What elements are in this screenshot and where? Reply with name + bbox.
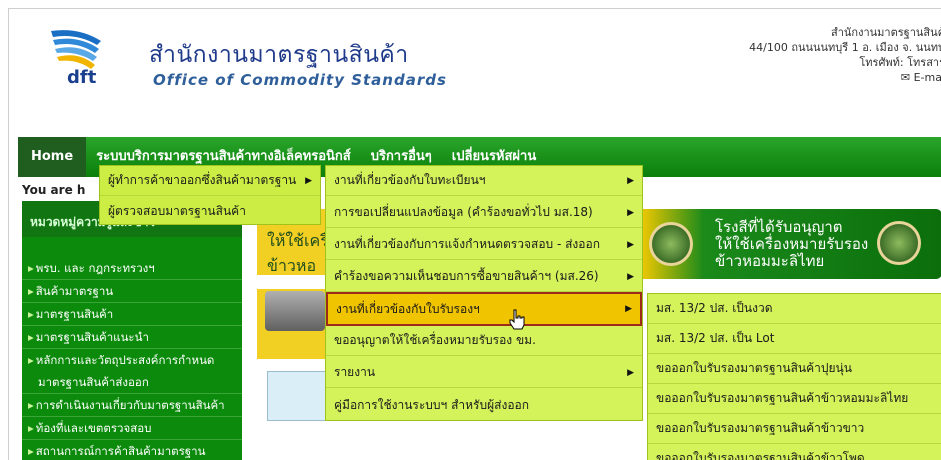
- menu-item-cert[interactable]: ขอออกใบรับรองมาตรฐานสินค้าปุยนุ่น: [648, 354, 941, 384]
- email-label: E-mai: [913, 71, 941, 84]
- banner-text: ให้ใช้เครื่ ข้าวหอ: [267, 231, 329, 275]
- site-title-thai: สำนักงานมาตรฐานสินค้า: [149, 42, 409, 68]
- sidebar-item[interactable]: ▸ สินค้ามาตรฐาน: [22, 280, 242, 303]
- arrow-right-icon: ▶: [305, 175, 312, 186]
- submenu-level3: มส. 13/2 ปส. เป็นงวด มส. 13/2 ปส. เป็น L…: [647, 293, 941, 460]
- menu-item-exporter[interactable]: ผู้ทำการค้าขาออกซึ่งสินค้ามาตรฐาน ▶: [100, 166, 320, 196]
- arrow-right-icon: ▶: [627, 207, 634, 218]
- menu-item-reports[interactable]: รายงาน ▶: [326, 358, 642, 388]
- menu-item-certificates[interactable]: งานที่เกี่ยวข้องกับใบรับรองฯ ▶: [326, 292, 642, 326]
- dft-banner[interactable]: [267, 371, 327, 421]
- contact-line: 44/100 ถนนนนทบุรี 1 อ. เมือง จ. นนทบุ: [749, 41, 941, 54]
- sidebar-item[interactable]: ▸ หลักการและวัตถุประสงค์การกำหนด: [22, 349, 242, 371]
- airport-banner[interactable]: [257, 289, 327, 359]
- breadcrumb: You are h: [22, 183, 86, 197]
- left-sidebar: หมวดหมู่ความรู้และข่าว ▸ พรบ. และ กฎกระทร…: [22, 201, 242, 460]
- contact-info: สำนักงานมาตรฐานสินค้ 44/100 ถนนนนทบุรี 1…: [749, 25, 941, 85]
- menu-item-inspection-notice[interactable]: งานที่เกี่ยวข้องกับการแจ้งกำหนดตรวจสอบ -…: [326, 230, 642, 260]
- arrow-right-icon: ▶: [627, 239, 634, 250]
- sidebar-item[interactable]: ▸ สถานการณ์การค้าสินค้ามาตรฐาน: [22, 440, 242, 460]
- sidebar-item[interactable]: ▸ มาตรฐานสินค้า: [22, 303, 242, 326]
- menu-item-cert[interactable]: ขอออกใบรับรองมาตรฐานสินค้าข้าวโพด: [648, 444, 941, 460]
- nav-home[interactable]: Home: [18, 137, 87, 177]
- sidebar-item[interactable]: ▸ การดำเนินงานเกี่ยวกับมาตรฐานสินค้า: [22, 394, 242, 417]
- sidebar-item-cont[interactable]: มาตรฐานสินค้าส่งออก: [22, 371, 242, 394]
- arrow-right-icon: ▶: [625, 304, 632, 314]
- svg-text:dft: dft: [67, 67, 97, 85]
- arrow-right-icon: ▶: [627, 367, 634, 378]
- rice-seal-icon: [649, 222, 693, 266]
- email-link[interactable]: ✉ E-mai: [749, 70, 941, 85]
- menu-item-inspector[interactable]: ผู้ตรวจสอบมาตรฐานสินค้า: [100, 196, 320, 226]
- dft-logo[interactable]: dft: [49, 25, 109, 85]
- mail-icon: ✉: [900, 71, 911, 84]
- contact-line: โทรศัพท์: โทรสาร: [859, 56, 941, 69]
- arrow-right-icon: ▶: [627, 175, 634, 186]
- rice-seal-icon: [877, 221, 921, 265]
- sidebar-item[interactable]: ▸ พรบ. และ กฎกระทรวงฯ: [22, 257, 242, 280]
- airport-image: [265, 291, 325, 331]
- menu-item-change-info[interactable]: การขอเปลี่ยนแปลงข้อมูล (คำร้องขอทั่วไป ม…: [326, 198, 642, 228]
- submenu-level2: งานที่เกี่ยวข้องกับใบทะเบียนฯ ▶ การขอเปลี…: [325, 165, 643, 421]
- menu-item-user-manual[interactable]: คู่มือการใช้งานระบบฯ สำหรับผู้ส่งออก: [326, 390, 642, 420]
- menu-item-cert[interactable]: มส. 13/2 ปส. เป็น Lot: [648, 324, 941, 354]
- menu-item-cert[interactable]: มส. 13/2 ปส. เป็นงวด: [648, 294, 941, 324]
- submenu-level1: ผู้ทำการค้าขาออกซึ่งสินค้ามาตรฐาน ▶ ผู้ตร…: [99, 165, 321, 225]
- sidebar-item[interactable]: ▸ ท้องที่และเขตตรวจสอบ: [22, 417, 242, 440]
- arrow-right-icon: ▶: [627, 271, 634, 282]
- menu-item-cert[interactable]: ขอออกใบรับรองมาตรฐานสินค้าข้าวหอมมะลิไทย: [648, 384, 941, 414]
- site-title-english: Office of Commodity Standards: [153, 71, 447, 89]
- menu-item-mark-permit[interactable]: ขออนุญาตให้ใช้เครื่องหมายรับรอง ขม.: [326, 326, 642, 356]
- sidebar-item[interactable]: ▸ มาตรฐานสินค้าแนะนำ: [22, 326, 242, 349]
- hand-cursor-icon: [509, 309, 525, 330]
- menu-item-registration[interactable]: งานที่เกี่ยวข้องกับใบทะเบียนฯ ▶: [326, 166, 642, 196]
- menu-item-cert[interactable]: ขอออกใบรับรองมาตรฐานสินค้าข้าวขาว: [648, 414, 941, 444]
- contact-line: สำนักงานมาตรฐานสินค้: [831, 26, 941, 39]
- rice-mill-banner[interactable]: โรงสีที่ได้รับอนุญาต ให้ใช้เครื่องหมายรั…: [637, 209, 941, 279]
- menu-item-trade-approval[interactable]: คำร้องขอความเห็นชอบการซื้อขายสินค้าฯ (มส…: [326, 262, 642, 292]
- banner-text: โรงสีที่ได้รับอนุญาต ให้ใช้เครื่องหมายรั…: [715, 218, 869, 270]
- page-frame: dft สำนักงานมาตรฐานสินค้า Office of Comm…: [8, 8, 941, 460]
